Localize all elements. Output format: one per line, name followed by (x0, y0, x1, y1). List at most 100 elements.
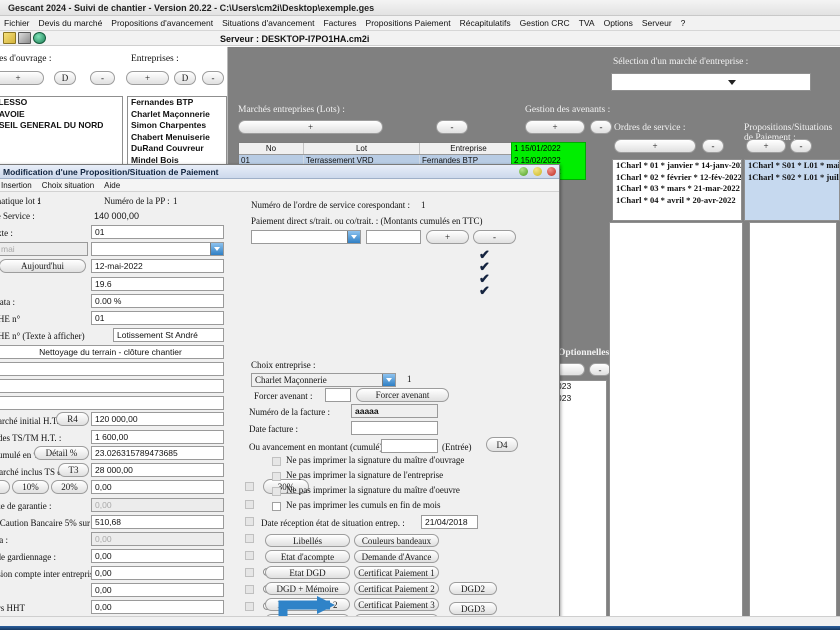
menu-item-situations-davancement[interactable]: Situations d'avancement (222, 18, 314, 28)
demande-avance-button[interactable]: Demande d'Avance (354, 550, 439, 563)
montant-marche-initial-input[interactable]: 120 000,00 (91, 412, 224, 426)
ou-avancement-input[interactable] (381, 439, 438, 453)
retenues-divers-input[interactable]: 0,00 (91, 600, 224, 614)
concerne-input-4[interactable] (0, 396, 224, 410)
marches-add-button[interactable]: + (238, 120, 383, 134)
avance-5-button[interactable]: 5% (0, 480, 10, 494)
retenues-divers-checkbox[interactable] (245, 602, 254, 611)
dialog-menubar[interactable]: Insertion Choix situation Aide (0, 179, 559, 192)
save-icon[interactable] (18, 32, 31, 44)
deduire-frais-input[interactable]: 0,00 (91, 549, 224, 563)
deduire-provision-input[interactable]: 0,00 (91, 566, 224, 580)
mois-select[interactable] (91, 242, 224, 256)
checkbox-signature-maitre-ouvrage[interactable] (272, 457, 281, 466)
d4-button[interactable]: D4 (486, 437, 518, 452)
main-menubar[interactable]: Fichier Devis du marché Propositions d'a… (0, 16, 840, 31)
globe-icon[interactable] (33, 32, 46, 44)
date-input[interactable]: 12-mai-2022 (91, 259, 224, 273)
list-item[interactable]: Charlet Maçonnerie (128, 109, 226, 121)
checkbox-signature-entreprise[interactable] (272, 472, 281, 481)
dialog-menu-aide[interactable]: Aide (104, 181, 120, 190)
open-file-icon[interactable] (3, 32, 16, 44)
menu-item-devis-du-marche[interactable]: Devis du marché (39, 18, 103, 28)
aujourdhui-button[interactable]: Aujourd'hui (0, 259, 86, 273)
choix-entreprise-select[interactable]: Charlet Maçonnerie (251, 373, 396, 387)
marches-delete-button[interactable]: - (436, 120, 468, 134)
paiement-direct-delete-button[interactable]: - (473, 230, 516, 244)
status-yellow-icon[interactable] (533, 167, 542, 176)
ps-delete-button[interactable]: - (790, 139, 812, 153)
etat-acompte-2-button[interactable]: Etat d'acompte 2 (265, 598, 350, 611)
menu-item-gestion-crc[interactable]: Gestion CRC (520, 18, 570, 28)
os-detail-pane[interactable] (609, 222, 743, 620)
r4-button[interactable]: R4 (56, 412, 89, 426)
chevron-down-icon[interactable] (347, 231, 360, 243)
deduire-retenue-checkbox[interactable] (245, 500, 254, 509)
list-item[interactable]: 023 (554, 393, 606, 405)
list-item[interactable]: 1Charl * S02 * L01 * juillet (745, 172, 839, 184)
avance-input[interactable]: 0,00 (91, 480, 224, 494)
dialog-menu-choix-situation[interactable]: Choix situation (42, 181, 94, 190)
libelles-button[interactable]: Libellés (265, 534, 350, 547)
ordres-service-list[interactable]: 1Charl * 01 * janvier * 14-janv-2022 1Ch… (612, 159, 742, 221)
date-reception-input[interactable]: 21/04/2018 (421, 515, 478, 529)
avancement-cumule-input[interactable]: 23.026315789473685 (91, 446, 224, 460)
os-delete-button[interactable]: - (702, 139, 724, 153)
ps-detail-pane[interactable] (749, 222, 837, 620)
status-red-icon[interactable] (547, 167, 556, 176)
avance-20-button[interactable]: 20% (51, 480, 88, 494)
chevron-down-icon[interactable] (382, 374, 395, 386)
menu-item-options[interactable]: Options (604, 18, 633, 28)
menu-item-serveur[interactable]: Serveur (642, 18, 672, 28)
deduire-provision-checkbox[interactable] (245, 568, 254, 577)
numero-facture-input[interactable]: aaaaa (351, 404, 438, 418)
list-item[interactable]: Fernandes BTP (128, 97, 226, 109)
list-item[interactable]: CARLESSO (0, 97, 122, 109)
list-item[interactable]: 1Charl * 01 * janvier * 14-janv-2022 (613, 160, 741, 172)
forcer-avenant-input[interactable] (325, 388, 351, 402)
checkbox-signature-maitre-oeuvre[interactable] (272, 487, 281, 496)
dgd-memoire-button[interactable]: DGD + Mémoire (265, 582, 350, 595)
montant-total-ts-input[interactable]: 1 600,00 (91, 430, 224, 444)
menu-item-help[interactable]: ? (681, 18, 686, 28)
list-item[interactable]: 1Charl * 04 * avril * 20-avr-2022 (613, 195, 741, 207)
ps-add-button[interactable]: + (746, 139, 786, 153)
selection-marche-select[interactable] (611, 73, 811, 91)
avance-10-button[interactable]: 10% (12, 480, 49, 494)
paiement-direct-amount-input[interactable] (366, 230, 421, 244)
list-item[interactable]: CONSEIL GENERAL DU NORD (0, 120, 122, 132)
numero-pp-texte-input[interactable]: 01 (91, 225, 224, 239)
escompte-prorata-input[interactable]: 0.00 % (91, 294, 224, 308)
menu-item-propositions-davancement[interactable]: Propositions d'avancement (111, 18, 213, 28)
deduire-frais-checkbox[interactable] (245, 551, 254, 560)
lot-marche-input[interactable]: 01 (91, 311, 224, 325)
paiement-direct-select[interactable] (251, 230, 361, 244)
list-item[interactable]: LE SAVOIE (0, 109, 122, 121)
entreprises-delete-button[interactable]: - (202, 71, 224, 85)
avenant-add-button[interactable]: + (525, 120, 585, 134)
maitres-delete-button[interactable]: - (90, 71, 115, 85)
couleurs-bandeaux-button[interactable]: Couleurs bandeaux (354, 534, 439, 547)
penalites-checkbox[interactable] (245, 585, 254, 594)
avenant-delete-button[interactable]: - (590, 120, 612, 134)
concerne-input-2[interactable] (0, 362, 224, 376)
dgd2-button[interactable]: DGD2 (449, 582, 497, 595)
menu-item-propositions-paiement[interactable]: Propositions Paiement (366, 18, 451, 28)
travaux-sur-marche-input[interactable]: 28 000,00 (91, 463, 224, 477)
ajouter-rg-input[interactable]: 510,68 (91, 515, 224, 529)
menu-item-factures[interactable]: Factures (323, 18, 356, 28)
checkbox-cumuls-fin-de-mois[interactable] (272, 502, 281, 511)
optionnelles-list[interactable]: 023 023 (553, 380, 607, 620)
list-item[interactable]: 1Charl * 02 * février * 12-fév-2022 (613, 172, 741, 184)
menu-item-fichier[interactable]: Fichier (4, 18, 30, 28)
certificat-paiement-1-button[interactable]: Certificat Paiement 1 (354, 566, 439, 579)
dialog-menu-insertion[interactable]: Insertion (1, 181, 32, 190)
os-add-button[interactable]: + (614, 139, 696, 153)
certificat-paiement-3-button[interactable]: Certificat Paiement 3 (354, 598, 439, 611)
list-item[interactable]: 023 (554, 381, 606, 393)
compte-prorata-checkbox[interactable] (245, 534, 254, 543)
menu-item-recapitulatifs[interactable]: Récapitulatifs (460, 18, 511, 28)
propositions-situations-list[interactable]: 1Charl * S01 * L01 * mai * 1Charl * S02 … (744, 159, 840, 221)
lot-marche-texte-input[interactable]: Lotissement St André (113, 328, 224, 342)
optionnelles-delete-button[interactable]: - (589, 363, 611, 376)
